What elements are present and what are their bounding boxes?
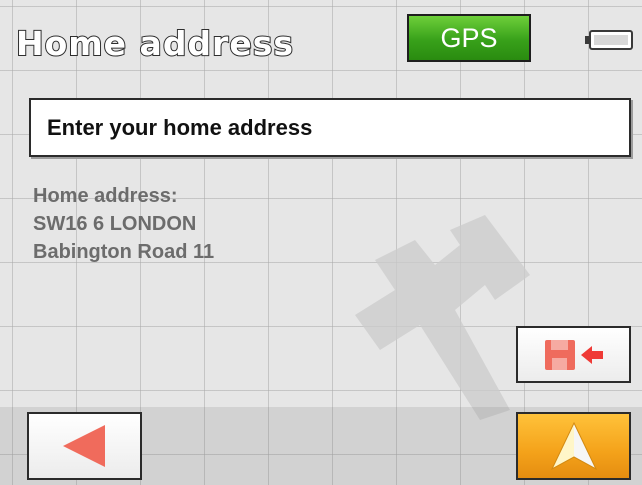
home-address-line-2: Babington Road 11 <box>33 241 215 263</box>
enter-home-address-button[interactable]: Enter your home address <box>29 98 631 157</box>
home-address-heading: Home address: <box>33 185 178 207</box>
enter-home-address-label: Enter your home address <box>47 114 313 140</box>
wrench-icon <box>355 215 530 420</box>
save-current-position-button[interactable] <box>516 326 631 383</box>
navigate-arrow-icon <box>550 421 597 471</box>
settings-screen: Home address GPS Enter your home address… <box>0 0 642 485</box>
header-bar: Home address GPS <box>0 0 642 76</box>
back-button[interactable] <box>27 412 142 480</box>
back-arrow-icon <box>62 425 105 467</box>
page-title: Home address <box>15 23 294 64</box>
gps-status-badge[interactable]: GPS <box>407 14 531 62</box>
home-address-line-1: SW16 6 LONDON <box>33 213 197 235</box>
save-to-icon <box>544 339 603 370</box>
navigate-button[interactable] <box>516 412 631 480</box>
battery-icon <box>585 30 633 50</box>
home-address-info: Home address: SW16 6 LONDON Babington Ro… <box>33 182 214 266</box>
